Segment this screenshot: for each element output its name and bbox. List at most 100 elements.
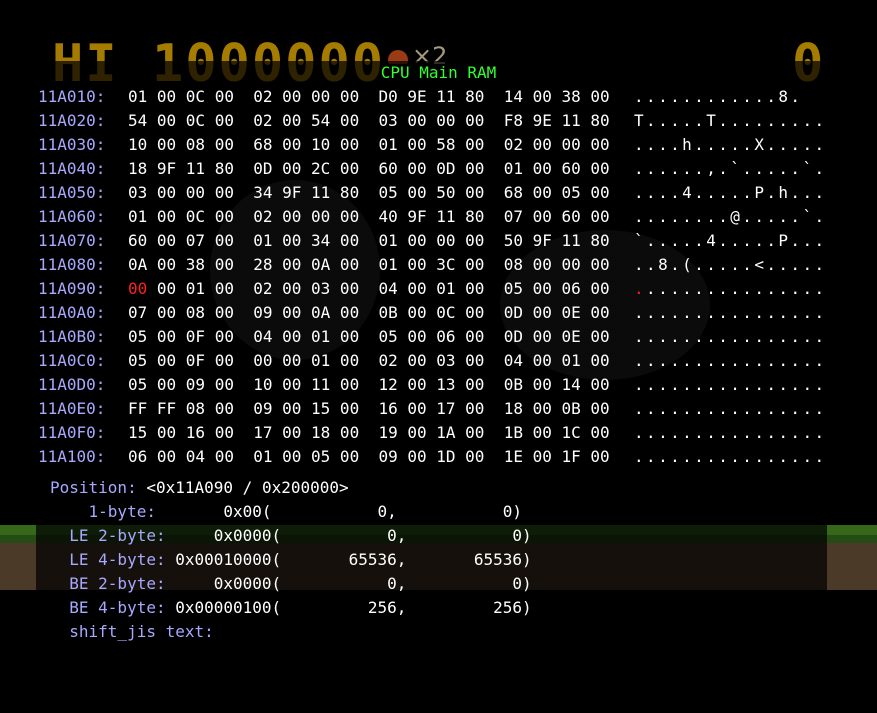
byte-group[interactable]: 16 00 17 00	[378, 399, 484, 418]
field-decimal-signed: 0)	[396, 502, 523, 521]
byte-group[interactable]: 01 00 60 00	[504, 159, 610, 178]
byte-group[interactable]: 08 00 00 00	[504, 255, 610, 274]
byte-group[interactable]: 05 00 50 00	[378, 183, 484, 202]
byte-group[interactable]: 0A 00 38 00	[128, 255, 234, 274]
byte-group[interactable]: 1E 00 1F 00	[504, 447, 610, 466]
byte-group[interactable]: 09 00 1D 00	[378, 447, 484, 466]
byte-group[interactable]: 05 00 0F 00	[128, 351, 234, 370]
byte-group[interactable]: 04 00 01 00	[504, 351, 610, 370]
byte-group[interactable]: 18 00 0B 00	[504, 399, 610, 418]
byte-group[interactable]: 50 9F 11 80	[504, 231, 610, 250]
byte-group[interactable]: F8 9E 11 80	[504, 111, 610, 130]
byte-group[interactable]: 02 00 03 00	[378, 351, 484, 370]
row-bytes[interactable]: 05 00 09 00 10 00 11 00 12 00 13 00 0B 0…	[128, 374, 610, 396]
byte-group[interactable]: 05 00 0F 00	[128, 327, 234, 346]
byte-group[interactable]: 03 00 00 00	[128, 183, 234, 202]
inspector-row: BE 2-byte: 0x0000( 0, 0)	[50, 572, 531, 596]
inspector-row: LE 2-byte: 0x0000( 0, 0)	[50, 524, 531, 548]
inspector-row: LE 4-byte: 0x00010000( 65536, 65536)	[50, 548, 532, 572]
byte-group[interactable]: 01 00 34 00	[253, 231, 359, 250]
byte-group[interactable]: 1B 00 1C 00	[504, 423, 610, 442]
byte-group[interactable]: 09 00 15 00	[253, 399, 359, 418]
row-bytes[interactable]: FF FF 08 00 09 00 15 00 16 00 17 00 18 0…	[128, 398, 610, 420]
byte-group[interactable]: 07 00 60 00	[504, 207, 610, 226]
row-address: 11A060:	[38, 207, 106, 226]
byte-group[interactable]: 68 00 05 00	[504, 183, 610, 202]
byte-group[interactable]: 10 00 08 00	[128, 135, 234, 154]
byte-group[interactable]: 10 00 11 00	[253, 375, 359, 394]
row-bytes[interactable]: 07 00 08 00 09 00 0A 00 0B 00 0C 00 0D 0…	[128, 302, 610, 324]
byte-group[interactable]: 00 01 00	[147, 279, 234, 298]
row-address: 11A070:	[38, 231, 106, 250]
row-address: 11A030:	[38, 135, 106, 154]
row-bytes[interactable]: 54 00 0C 00 02 00 54 00 03 00 00 00 F8 9…	[128, 110, 610, 132]
byte-group[interactable]: 54 00 0C 00	[128, 111, 234, 130]
byte-group[interactable]: 01 00 0C 00	[128, 207, 234, 226]
row-address: 11A050:	[38, 183, 106, 202]
byte-group[interactable]: D0 9E 11 80	[378, 87, 484, 106]
row-ascii: ....h.....X.....	[634, 134, 827, 156]
byte-group[interactable]: 04 00 01 00	[253, 327, 359, 346]
byte-group[interactable]: 0D 00 0E 00	[504, 327, 610, 346]
row-bytes[interactable]: 03 00 00 00 34 9F 11 80 05 00 50 00 68 0…	[128, 182, 610, 204]
row-bytes[interactable]: 60 00 07 00 01 00 34 00 01 00 00 00 50 9…	[128, 230, 610, 252]
byte-group[interactable]: 60 00 0D 00	[378, 159, 484, 178]
byte-group[interactable]: 07 00 08 00	[128, 303, 234, 322]
row-bytes[interactable]: 10 00 08 00 68 00 10 00 01 00 58 00 02 0…	[128, 134, 610, 156]
row-bytes[interactable]: 15 00 16 00 17 00 18 00 19 00 1A 00 1B 0…	[128, 422, 610, 444]
byte-group[interactable]: 01 00 0C 00	[128, 87, 234, 106]
byte-group[interactable]: 17 00 18 00	[253, 423, 359, 442]
byte-group[interactable]: 02 00 00 00	[504, 135, 610, 154]
inspector-row: 1-byte: 0x00( 0, 0)	[50, 500, 523, 524]
row-bytes[interactable]: 05 00 0F 00 04 00 01 00 05 00 06 00 0D 0…	[128, 326, 610, 348]
row-ascii: T.....T.........	[634, 110, 827, 132]
byte-group[interactable]: 00 00 01 00	[253, 351, 359, 370]
byte-group[interactable]: 19 00 1A 00	[378, 423, 484, 442]
byte-group[interactable]: 60 00 07 00	[128, 231, 234, 250]
ascii-text: `.....4.....P...	[634, 231, 827, 250]
byte-group[interactable]: 0D 00 2C 00	[253, 159, 359, 178]
byte-group[interactable]: 06 00 04 00	[128, 447, 234, 466]
byte-group[interactable]: 03 00 00 00	[378, 111, 484, 130]
row-ascii: ............8.	[634, 86, 802, 108]
row-bytes[interactable]: 05 00 0F 00 00 00 01 00 02 00 03 00 04 0…	[128, 350, 610, 372]
byte-group[interactable]: 02 00 00 00	[253, 87, 359, 106]
byte-group[interactable]: 0D 00 0E 00	[504, 303, 610, 322]
field-hex: 0x00010000(	[165, 550, 282, 569]
byte-group[interactable]: FF FF 08 00	[128, 399, 234, 418]
byte-group[interactable]: 28 00 0A 00	[253, 255, 359, 274]
byte-group[interactable]: 05 00 09 00	[128, 375, 234, 394]
byte-group[interactable]: 12 00 13 00	[378, 375, 484, 394]
row-bytes[interactable]: 01 00 0C 00 02 00 00 00 40 9F 11 80 07 0…	[128, 206, 610, 228]
byte-group[interactable]: 01 00 58 00	[378, 135, 484, 154]
byte-group[interactable]: 05 00 06 00	[378, 327, 484, 346]
byte-group[interactable]: 02 00 54 00	[253, 111, 359, 130]
field-decimal-signed: 65536)	[406, 550, 532, 569]
row-bytes[interactable]: 00 00 01 00 02 00 03 00 04 00 01 00 05 0…	[128, 278, 610, 300]
byte-group[interactable]: 34 9F 11 80	[253, 183, 359, 202]
row-bytes[interactable]: 18 9F 11 80 0D 00 2C 00 60 00 0D 00 01 0…	[128, 158, 610, 180]
byte-group[interactable]: 02 00 00 00	[253, 207, 359, 226]
byte-group[interactable]: 01 00 00 00	[378, 231, 484, 250]
row-address: 11A040:	[38, 159, 106, 178]
byte-group[interactable]: 09 00 0A 00	[253, 303, 359, 322]
cursor-byte[interactable]: 00	[128, 279, 147, 298]
byte-group[interactable]: 04 00 01 00	[378, 279, 484, 298]
byte-group[interactable]: 68 00 10 00	[253, 135, 359, 154]
row-bytes[interactable]: 06 00 04 00 01 00 05 00 09 00 1D 00 1E 0…	[128, 446, 610, 468]
byte-group[interactable]: 18 9F 11 80	[128, 159, 234, 178]
byte-group[interactable]: 05 00 06 00	[504, 279, 610, 298]
ascii-text: ................	[634, 399, 827, 418]
row-bytes[interactable]: 01 00 0C 00 02 00 00 00 D0 9E 11 80 14 0…	[128, 86, 610, 108]
byte-group[interactable]: 02 00 03 00	[253, 279, 359, 298]
byte-group[interactable]: 40 9F 11 80	[378, 207, 484, 226]
byte-group[interactable]: 01 00 3C 00	[378, 255, 484, 274]
byte-group[interactable]: 0B 00 0C 00	[378, 303, 484, 322]
row-ascii: ................	[634, 374, 827, 396]
byte-group[interactable]: 14 00 38 00	[504, 87, 610, 106]
shift-jis-line: shift_jis text:	[50, 620, 214, 644]
row-bytes[interactable]: 0A 00 38 00 28 00 0A 00 01 00 3C 00 08 0…	[128, 254, 610, 276]
byte-group[interactable]: 0B 00 14 00	[504, 375, 610, 394]
byte-group[interactable]: 01 00 05 00	[253, 447, 359, 466]
byte-group[interactable]: 15 00 16 00	[128, 423, 234, 442]
